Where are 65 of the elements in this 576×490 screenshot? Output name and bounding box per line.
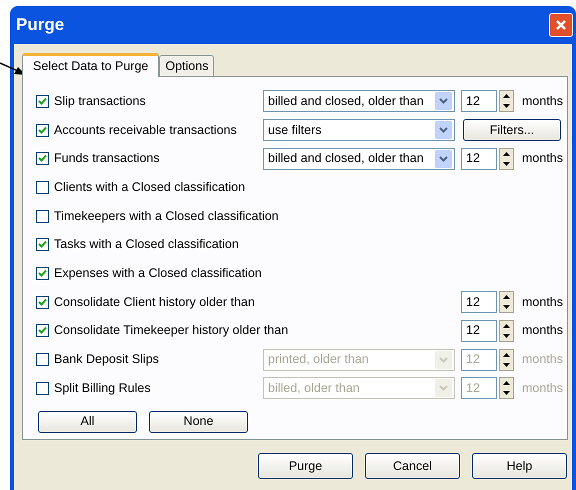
- chevron-down-icon: [439, 98, 448, 104]
- up-arrow-icon: [503, 381, 510, 386]
- checkbox-label: Slip transactions: [54, 92, 146, 110]
- checkbox[interactable]: [36, 152, 49, 166]
- number-field[interactable]: 12: [461, 90, 497, 112]
- close-button[interactable]: [549, 13, 573, 37]
- down-arrow-icon: [503, 305, 510, 310]
- window-title: Purge: [16, 14, 64, 36]
- dialog-button[interactable]: Help: [472, 453, 567, 479]
- checkbox[interactable]: [36, 180, 49, 194]
- checkbox[interactable]: [36, 210, 49, 223]
- down-arrow-icon: [503, 334, 510, 338]
- checkbox-label: Split Billing Rules: [54, 380, 151, 397]
- tab[interactable]: Select Data to Purge: [22, 53, 160, 77]
- down-arrow-icon: [503, 162, 510, 166]
- checkbox-label: Bank Deposit Slips: [54, 351, 159, 368]
- spinner[interactable]: [499, 320, 514, 342]
- dropdown[interactable]: billed and closed, older than: [263, 148, 455, 170]
- panel-button[interactable]: None: [149, 410, 248, 433]
- checkbox-label: Consolidate Client history older than: [54, 294, 255, 311]
- number-field[interactable]: 12: [461, 320, 497, 342]
- checkbox[interactable]: [36, 266, 49, 280]
- checkbox[interactable]: [36, 238, 49, 252]
- close-icon: [555, 19, 567, 31]
- down-arrow-icon: [503, 362, 510, 367]
- dialog-button[interactable]: Cancel: [365, 453, 460, 479]
- up-arrow-icon: [503, 94, 510, 98]
- up-arrow-icon: [503, 152, 510, 156]
- up-arrow-icon: [503, 352, 510, 357]
- unit-label: months: [522, 351, 563, 368]
- checkbox[interactable]: [36, 324, 49, 338]
- checkbox[interactable]: [36, 124, 49, 137]
- chevron-down-icon: [439, 356, 448, 363]
- chevron-down-icon: [439, 385, 448, 392]
- dropdown[interactable]: use filters: [263, 119, 455, 142]
- checkbox[interactable]: [36, 296, 49, 309]
- number-field[interactable]: 12: [461, 291, 497, 314]
- number-field[interactable]: 12: [461, 148, 497, 170]
- unit-label: months: [522, 380, 563, 397]
- unit-label: months: [522, 322, 563, 340]
- checkbox-label: Timekeepers with a Closed classification: [54, 208, 279, 225]
- spinner[interactable]: [499, 90, 514, 112]
- spinner[interactable]: [499, 291, 514, 314]
- filters-button[interactable]: Filters...: [463, 119, 561, 142]
- dropdown[interactable]: billed and closed, older than: [263, 90, 455, 112]
- up-arrow-icon: [503, 324, 510, 328]
- unit-label: months: [522, 92, 563, 110]
- down-arrow-icon: [503, 391, 510, 396]
- checkbox-label: Clients with a Closed classification: [54, 179, 246, 196]
- dialog-button[interactable]: Purge: [258, 453, 353, 479]
- panel-button[interactable]: All: [38, 410, 137, 433]
- checkbox[interactable]: [36, 94, 49, 108]
- tab[interactable]: Options: [159, 55, 214, 76]
- checkbox-label: Accounts receivable transactions: [54, 122, 237, 139]
- checkbox-label: Consolidate Timekeeper history older than: [54, 322, 288, 340]
- unit-label: months: [522, 150, 563, 168]
- unit-label: months: [522, 294, 563, 311]
- spinner[interactable]: [499, 148, 514, 170]
- checkbox-label: Expenses with a Closed classification: [54, 265, 262, 282]
- up-arrow-icon: [503, 295, 510, 300]
- chevron-down-icon: [439, 156, 448, 162]
- chevron-down-icon: [439, 127, 448, 134]
- checkbox-label: Tasks with a Closed classification: [54, 236, 239, 254]
- checkbox-label: Funds transactions: [54, 150, 160, 168]
- down-arrow-icon: [503, 104, 510, 108]
